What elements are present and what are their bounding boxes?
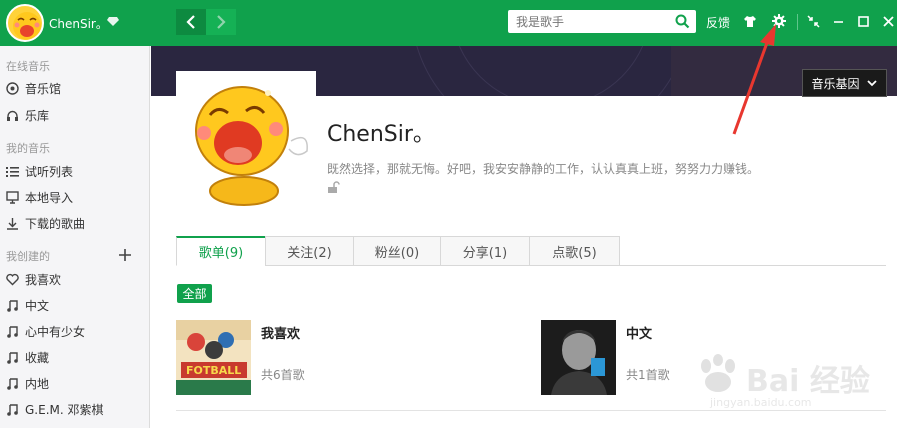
monitor-icon [6, 190, 19, 204]
music-gene-button[interactable]: 音乐基因 [802, 69, 887, 97]
maximize-button[interactable] [855, 13, 871, 29]
watermark-url: jingyan.baidu.com [710, 396, 812, 409]
section-title-my-music: 我的音乐 [6, 142, 50, 155]
note-icon [6, 403, 19, 416]
profile-avatar[interactable] [176, 71, 316, 211]
filter-all-button[interactable]: 全部 [177, 284, 212, 303]
sidebar-item-label: 我喜欢 [25, 272, 62, 287]
profile-signature: 既然选择，那就无悔。好吧，我安安静静的工作，认认真真上班，努努力力赚钱。 [327, 162, 760, 176]
search-box [508, 10, 696, 33]
album-art-image [541, 320, 616, 395]
profile-tabs: 歌单(9) 关注(2) 粉丝(0) 分享(1) 点歌(5) [176, 236, 886, 266]
gear-icon [772, 14, 786, 28]
download-icon [6, 217, 19, 230]
search-input[interactable] [508, 10, 668, 33]
sidebar-item-label: 本地导入 [25, 190, 74, 205]
chevron-left-icon [186, 15, 195, 29]
title-bar: ChenSir。 反馈 [0, 0, 897, 46]
sidebar-item-downloads[interactable]: 下载的歌曲 [0, 211, 149, 235]
feedback-link[interactable]: 反馈 [706, 14, 730, 31]
chevron-down-icon [866, 80, 877, 87]
watermark-text: Bai 经验 [746, 364, 870, 399]
mascot-image [195, 86, 308, 206]
sidebar: 在线音乐 音乐馆 乐库 我的音乐 试听列表 本地导入 下载的歌曲 我创建的 我喜… [0, 46, 150, 428]
paw-icon [701, 354, 735, 392]
mini-mode-button[interactable] [805, 13, 821, 29]
note-icon [6, 351, 19, 364]
section-title-online: 在线音乐 [6, 60, 50, 73]
sidebar-item-label: 心中有少女 [25, 324, 86, 339]
username-label[interactable]: ChenSir。 [49, 15, 108, 32]
tab-label: 分享(1) [462, 245, 508, 261]
sidebar-item-playlist[interactable]: 内地 [0, 371, 149, 395]
tshirt-icon [744, 15, 756, 27]
sidebar-item-label: 下载的歌曲 [25, 216, 86, 231]
sidebar-item-music-hall[interactable]: 音乐馆 [0, 76, 149, 100]
tab-label: 歌单(9) [198, 246, 244, 261]
minimize-button[interactable] [830, 13, 846, 29]
settings-button[interactable] [771, 13, 787, 29]
heart-icon [6, 273, 19, 286]
sidebar-item-playlist[interactable]: 中文 [0, 293, 149, 317]
tab-playlists[interactable]: 歌单(9) [176, 236, 266, 266]
sidebar-item-label: 乐库 [25, 108, 50, 123]
tab-label: 点歌(5) [552, 245, 597, 261]
note-icon [6, 299, 19, 312]
sidebar-item-label: 试听列表 [25, 164, 74, 179]
unlock-icon[interactable] [327, 181, 340, 194]
section-title-created: 我创建的 [6, 250, 50, 263]
album-art-image: FOTBALL [176, 320, 251, 395]
qq-music-window: ChenSir。 反馈 [0, 0, 897, 428]
tab-shares[interactable]: 分享(1) [440, 236, 530, 266]
list-icon [6, 165, 19, 178]
playlist-cover[interactable] [541, 320, 616, 395]
shrink-icon [806, 14, 820, 28]
sidebar-item-local-import[interactable]: 本地导入 [0, 185, 149, 209]
chevron-right-icon [217, 15, 226, 29]
sidebar-item-label: G.E.M. 邓紫棋 [25, 402, 104, 417]
tab-song-requests[interactable]: 点歌(5) [529, 236, 620, 266]
playlist-song-count: 共1首歌 [626, 368, 670, 382]
music-hall-icon [6, 81, 19, 95]
sidebar-item-library[interactable]: 乐库 [0, 103, 149, 127]
note-icon [6, 377, 19, 390]
note-icon [6, 325, 19, 338]
tab-label: 关注(2) [287, 245, 332, 261]
playlist-cover[interactable]: FOTBALL [176, 320, 251, 395]
maximize-icon [857, 15, 869, 27]
forward-button[interactable] [206, 9, 236, 35]
close-icon [882, 15, 894, 27]
close-button[interactable] [880, 13, 896, 29]
minimize-icon [833, 20, 843, 23]
playlist-song-count: 共6首歌 [261, 368, 305, 382]
tab-fans[interactable]: 粉丝(0) [353, 236, 441, 266]
sidebar-item-label: 收藏 [25, 350, 50, 365]
skin-button[interactable] [742, 13, 758, 29]
sidebar-item-trial-list[interactable]: 试听列表 [0, 159, 149, 183]
sidebar-item-label: 音乐馆 [25, 81, 62, 96]
headphones-icon [6, 109, 19, 122]
sidebar-item-favorites[interactable]: 我喜欢 [0, 267, 149, 291]
music-gene-label: 音乐基因 [811, 76, 860, 91]
diamond-icon[interactable] [107, 15, 119, 27]
sidebar-item-label: 中文 [25, 298, 50, 313]
sidebar-item-playlist[interactable]: 收藏 [0, 345, 149, 369]
sidebar-item-label: 内地 [25, 376, 50, 391]
tab-following[interactable]: 关注(2) [265, 236, 354, 266]
svg-text:FOTBALL: FOTBALL [186, 364, 241, 377]
sidebar-item-playlist[interactable]: G.E.M. 邓紫棋 [0, 397, 149, 421]
profile-name: ChenSir。 [327, 122, 435, 147]
plus-icon[interactable] [118, 248, 132, 262]
tab-label: 粉丝(0) [374, 245, 420, 261]
toolbar-divider [797, 14, 798, 30]
playlist-name[interactable]: 中文 [626, 323, 652, 342]
avatar[interactable] [6, 4, 44, 42]
sidebar-item-playlist[interactable]: 心中有少女 [0, 319, 149, 343]
search-icon[interactable] [675, 14, 690, 29]
baidu-watermark: Bai 经验 jingyan.baidu.com [690, 352, 890, 422]
back-button[interactable] [176, 9, 206, 35]
playlist-name[interactable]: 我喜欢 [261, 323, 300, 342]
